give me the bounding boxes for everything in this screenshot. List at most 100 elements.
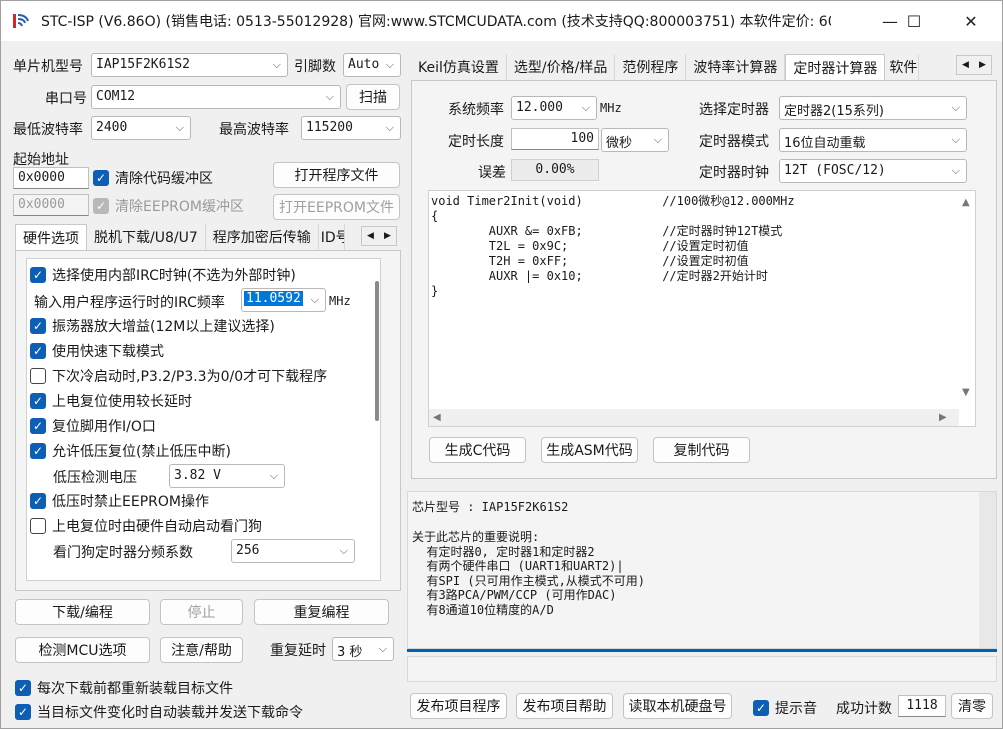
timer-length-input[interactable]: 100	[511, 128, 599, 150]
select-timer-label: 选择定时器	[699, 102, 769, 118]
scan-button[interactable]: 扫描	[346, 84, 400, 110]
chip-model-line: 芯片型号 : IAP15F2K61S2	[412, 500, 569, 514]
tab-timer-calculator[interactable]: 定时器计算器	[785, 54, 886, 80]
option-low-voltage-eeprom-checkbox[interactable]: ✓ 低压时禁止EEPROM操作	[30, 491, 209, 511]
tab-left-icon[interactable]: ◀	[957, 56, 974, 74]
checkmark-icon: ✓	[15, 680, 31, 696]
scroll-down-icon[interactable]: ▼	[962, 387, 970, 398]
code-horizontal-scrollbar[interactable]: ◀ ▶	[429, 409, 959, 426]
checkbox-empty-icon	[30, 518, 46, 534]
option-cold-boot-checkbox[interactable]: 下次冷启动时,P3.2/P3.3为0/0才可下载程序	[30, 366, 327, 386]
tab-hardware-options[interactable]: 硬件选项	[15, 224, 87, 250]
option-low-voltage-reset-checkbox[interactable]: ✓ 允许低压复位(禁止低压中断)	[30, 441, 231, 461]
tab-keil-simulation[interactable]: Keil仿真设置	[411, 54, 507, 80]
scroll-up-icon[interactable]: ▲	[962, 197, 970, 208]
option-reset-pin-io-label: 复位脚用作I/O口	[52, 419, 156, 435]
tab-software[interactable]: 软件	[885, 54, 920, 80]
irc-frequency-value: 11.0592	[244, 291, 303, 306]
serial-port-select[interactable]: COM12 ⌵	[91, 85, 341, 109]
tab-encrypted-transfer[interactable]: 程序加密后传输	[206, 224, 319, 250]
generate-c-code-button[interactable]: 生成C代码	[429, 437, 526, 463]
chevron-down-icon: ⌵	[325, 90, 334, 103]
system-frequency-select[interactable]: 12.000 ⌵	[511, 96, 597, 120]
publish-help-button[interactable]: 发布项目帮助	[516, 693, 613, 719]
tab-offline-download[interactable]: 脱机下载/U8/U7	[87, 224, 206, 250]
low-voltage-select[interactable]: 3.82 V ⌵	[169, 464, 285, 488]
tab-baud-calculator[interactable]: 波特率计算器	[686, 54, 786, 80]
watchdog-prescaler-select[interactable]: 256 ⌵	[231, 539, 355, 563]
download-program-button[interactable]: 下载/编程	[15, 599, 150, 625]
auto-reload-checkbox[interactable]: ✓ 当目标文件变化时自动装载并发送下载命令	[15, 702, 303, 722]
option-osc-gain-checkbox[interactable]: ✓ 振荡器放大增益(12M以上建议选择)	[30, 316, 275, 336]
checkmark-icon: ✓	[15, 704, 31, 720]
option-fast-download-checkbox[interactable]: ✓ 使用快速下载模式	[30, 341, 164, 361]
title-bar: STC-ISP (V6.86O) (销售电话: 0513-55012928) 官…	[1, 1, 1002, 41]
read-disk-id-button[interactable]: 读取本机硬盘号	[623, 693, 732, 719]
code-start-address-input[interactable]: 0x0000	[13, 167, 89, 189]
chevron-down-icon: ⌵	[269, 469, 278, 482]
chevron-down-icon: ⌵	[385, 58, 394, 71]
status-box	[407, 656, 997, 682]
scroll-left-icon[interactable]: ◀	[433, 412, 441, 423]
chevron-down-icon: ⌵	[339, 544, 348, 557]
irc-frequency-select[interactable]: 11.0592 ⌵	[241, 288, 326, 312]
stop-button[interactable]: 停止	[160, 599, 243, 625]
mcu-type-select[interactable]: IAP15F2K61S2 ⌵	[91, 53, 288, 77]
copy-code-button[interactable]: 复制代码	[653, 437, 750, 463]
check-mcu-options-button[interactable]: 检测MCU选项	[15, 637, 150, 663]
tab-example-programs[interactable]: 范例程序	[615, 54, 687, 80]
tab-right-icon[interactable]: ▶	[974, 56, 991, 74]
max-baud-select[interactable]: 115200 ⌵	[301, 116, 401, 140]
tab-selection-price[interactable]: 选型/价格/样品	[507, 54, 616, 80]
help-button[interactable]: 注意/帮助	[160, 637, 243, 663]
tab-right-icon[interactable]: ▶	[379, 227, 396, 245]
option-fast-download-label: 使用快速下载模式	[52, 344, 164, 360]
timer-length-unit-select[interactable]: 微秒 ⌵	[601, 128, 669, 152]
chevron-down-icon: ⌵	[310, 293, 319, 306]
chevron-down-icon: ⌵	[175, 121, 184, 134]
select-timer-select[interactable]: 定时器2(15系列) ⌵	[779, 96, 967, 120]
publish-program-button[interactable]: 发布项目程序	[410, 693, 507, 719]
clear-count-button[interactable]: 清零	[951, 693, 993, 719]
pin-count-select[interactable]: Auto ⌵	[343, 53, 401, 77]
option-osc-gain-label: 振荡器放大增益(12M以上建议选择)	[52, 319, 275, 335]
repeat-delay-select[interactable]: 3 秒 ⌵	[332, 637, 394, 661]
reload-before-download-checkbox[interactable]: ✓ 每次下载前都重新装载目标文件	[15, 678, 233, 698]
close-button[interactable]: ✕	[947, 1, 995, 41]
hardware-options-panel: ✓ 选择使用内部IRC时钟(不选为外部时钟) 输入用户程序运行时的IRC频率 1…	[15, 250, 401, 591]
tab-id-number[interactable]: ID号	[319, 224, 345, 250]
generate-asm-code-button[interactable]: 生成ASM代码	[541, 437, 638, 463]
eeprom-start-address-input[interactable]: 0x0000	[13, 194, 89, 216]
options-scrollbar-thumb[interactable]	[375, 281, 379, 421]
checkmark-icon: ✓	[30, 393, 46, 409]
checkmark-icon: ✓	[30, 443, 46, 459]
tab-left-icon[interactable]: ◀	[362, 227, 379, 245]
timer-mode-label: 定时器模式	[699, 134, 769, 150]
option-auto-watchdog-checkbox[interactable]: 上电复位时由硬件自动启动看门狗	[30, 516, 262, 536]
open-program-file-button[interactable]: 打开程序文件	[273, 162, 400, 188]
sound-prompt-checkbox[interactable]: ✓ 提示音	[753, 698, 817, 718]
option-long-reset-delay-checkbox[interactable]: ✓ 上电复位使用较长延时	[30, 391, 192, 411]
option-internal-irc-checkbox[interactable]: ✓ 选择使用内部IRC时钟(不选为外部时钟)	[30, 265, 296, 285]
scroll-right-icon[interactable]: ▶	[939, 412, 947, 423]
code-output-area[interactable]: void Timer2Init(void) //100微秒@12.000MHz …	[428, 190, 976, 427]
generated-code: void Timer2Init(void) //100微秒@12.000MHz …	[431, 194, 795, 298]
timer-clock-select[interactable]: 12T (FOSC/12) ⌵	[779, 159, 967, 183]
info-vertical-scrollbar[interactable]	[979, 492, 996, 648]
clear-code-buffer-checkbox[interactable]: ✓ 清除代码缓冲区	[93, 168, 213, 188]
timer-mode-select[interactable]: 16位自动重载 ⌵	[779, 128, 967, 152]
clear-code-buffer-label: 清除代码缓冲区	[115, 171, 213, 187]
option-auto-watchdog-label: 上电复位时由硬件自动启动看门狗	[52, 519, 262, 535]
option-reset-pin-io-checkbox[interactable]: ✓ 复位脚用作I/O口	[30, 416, 156, 436]
min-baud-select[interactable]: 2400 ⌵	[91, 116, 191, 140]
maximize-button[interactable]: ☐	[890, 1, 938, 41]
watchdog-prescaler-label: 看门狗定时器分频系数	[53, 545, 193, 561]
pin-count-value: Auto	[348, 57, 380, 72]
code-vertical-scrollbar[interactable]: ▲ ▼	[958, 191, 975, 409]
min-baud-value: 2400	[96, 120, 128, 135]
clear-eeprom-buffer-checkbox[interactable]: ✓ 清除EEPROM缓冲区	[93, 196, 244, 216]
checkmark-icon: ✓	[93, 170, 109, 186]
clear-eeprom-buffer-label: 清除EEPROM缓冲区	[115, 199, 244, 215]
repeat-program-button[interactable]: 重复编程	[254, 599, 389, 625]
open-eeprom-file-button[interactable]: 打开EEPROM文件	[273, 194, 400, 220]
